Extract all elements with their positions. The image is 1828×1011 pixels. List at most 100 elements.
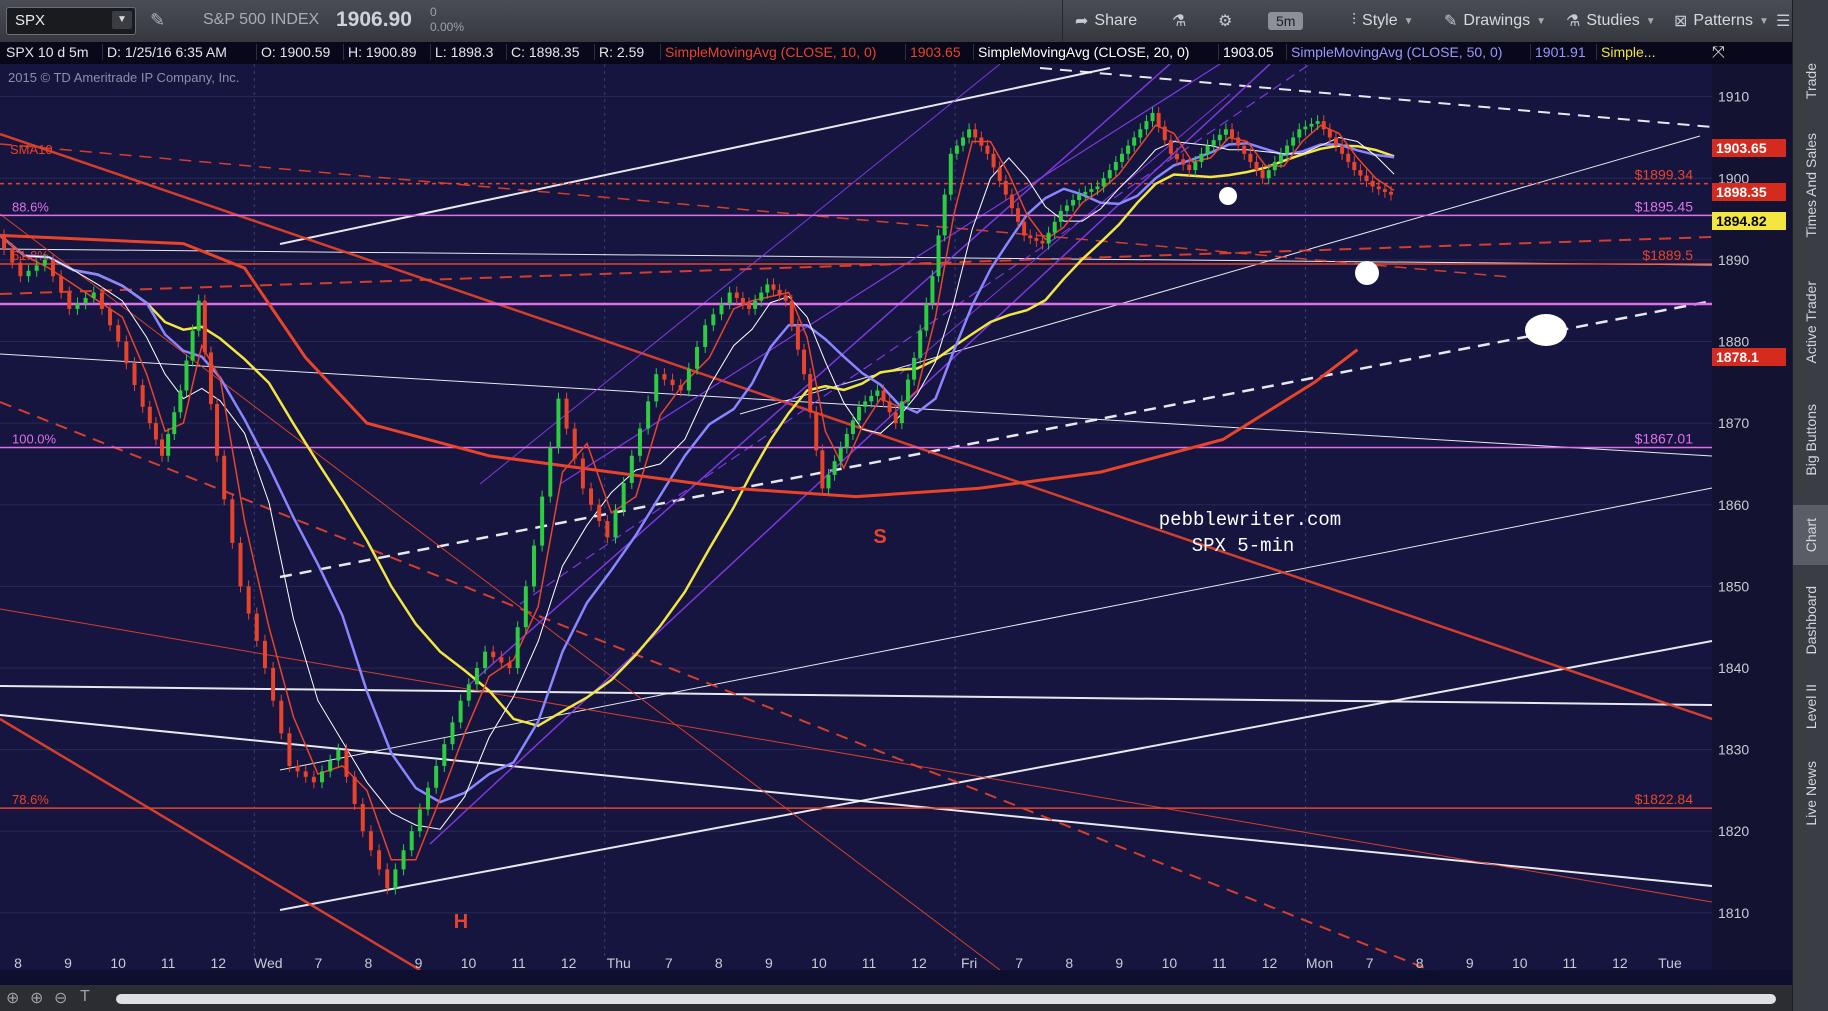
tab-active-trader[interactable]: Active Trader	[1793, 262, 1828, 382]
candle-body	[1064, 205, 1069, 211]
chevron-down-icon: ▼	[1536, 15, 1546, 27]
price-change: 0 0.00%	[430, 5, 464, 35]
candle-body	[844, 434, 849, 448]
candle-body	[887, 401, 892, 413]
price-tag: 1894.82	[1712, 211, 1786, 230]
crosshair-icon[interactable]: ⤧	[1712, 44, 1725, 62]
candle-body	[42, 259, 47, 266]
x-tick-label: 11	[1563, 955, 1578, 970]
candle-body	[540, 496, 545, 546]
flask-icon: ⚗	[1566, 13, 1581, 30]
timeframe-button[interactable]: 5m	[1268, 9, 1304, 33]
drawings-button[interactable]: ✎ Drawings ▼	[1444, 9, 1546, 33]
candle-body	[368, 831, 373, 851]
candle-body	[208, 352, 213, 405]
tab-dashboard[interactable]: Dashboard	[1793, 570, 1828, 670]
candle-body	[930, 276, 935, 304]
sma50-value: 1901.91	[1530, 44, 1586, 60]
symbol-selector[interactable]: SPX ▼	[6, 7, 136, 35]
candle-body	[1028, 235, 1033, 239]
candle-body	[442, 744, 447, 766]
menu-button[interactable]: ☰	[1776, 9, 1790, 33]
x-tick-label: 11	[511, 955, 526, 970]
x-tick-label: 12	[1262, 955, 1278, 970]
price-chart[interactable]: 88.6% $1895.4561.8% $1889.5100.0% $1867.017…	[0, 64, 1792, 970]
candle-body	[1181, 159, 1186, 165]
menu-icon: ☰	[1776, 13, 1791, 30]
sma20-label: SimpleMovingAvg (CLOSE, 20, 0)	[973, 44, 1189, 60]
zoom-out-icon[interactable]: ⊖	[54, 988, 67, 1008]
chevron-down-icon[interactable]: ▼	[112, 11, 132, 29]
candle-body	[740, 297, 745, 304]
time-scrollbar[interactable]	[116, 994, 1776, 1004]
candle-body	[1370, 180, 1375, 187]
flask-button[interactable]: ⚗	[1172, 9, 1186, 33]
candle-body	[564, 398, 569, 429]
more-studies: Simple...	[1596, 44, 1655, 60]
candlestick-icon: ⫶	[1352, 12, 1357, 29]
candle-body	[132, 363, 137, 386]
candle-body	[1291, 137, 1296, 146]
candle-body	[1358, 170, 1363, 176]
y-tick-label: 1820	[1718, 823, 1749, 839]
candle-body	[91, 292, 96, 298]
candle-body	[279, 700, 284, 734]
candle-body	[1297, 129, 1302, 138]
candle-body	[1077, 194, 1082, 201]
top-toolbar: SPX ▼ ✎ S&P 500 INDEX 1906.90 0 0.00% ➦ …	[0, 0, 1828, 43]
text-tool-icon[interactable]: T	[80, 988, 90, 1006]
crosshair-icon[interactable]: ⊕	[6, 988, 19, 1008]
studies-button[interactable]: ⚗ Studies ▼	[1566, 9, 1656, 33]
candle-body	[850, 420, 855, 435]
candle-body	[499, 657, 504, 663]
share-button[interactable]: ➦ Share	[1075, 9, 1137, 33]
flask-icon: ⚗	[1172, 13, 1187, 30]
tab-live-news[interactable]: Live News	[1793, 748, 1828, 838]
sma50-label: SimpleMovingAvg (CLOSE, 50, 0)	[1286, 44, 1502, 60]
timeframe-label: 5m	[1268, 12, 1304, 30]
tab-level-ii[interactable]: Level II	[1793, 672, 1828, 742]
symbol-description: S&P 500 INDEX	[203, 11, 320, 28]
candle-body	[491, 651, 496, 658]
tab-chart[interactable]: Chart	[1793, 505, 1828, 565]
candle-body	[1266, 170, 1271, 179]
candle-body	[857, 406, 862, 421]
x-tick-label: 10	[461, 955, 477, 970]
candle-body	[295, 765, 300, 772]
candle-body	[580, 458, 585, 489]
x-tick-label: 9	[765, 955, 773, 970]
x-tick-label: 11	[1212, 955, 1227, 970]
candle-body	[808, 374, 813, 413]
x-tick-label: 7	[665, 955, 673, 970]
candle-body	[1199, 153, 1204, 162]
candle-body	[1376, 186, 1381, 190]
pencil-icon[interactable]: ✎	[150, 10, 165, 31]
x-tick-label: 7	[1366, 955, 1374, 970]
candle-body	[747, 303, 751, 309]
scroll-thumb[interactable]	[116, 994, 1776, 1004]
candle-body	[1211, 140, 1216, 146]
style-button[interactable]: ⫶ Style ▼	[1352, 9, 1414, 33]
x-tick-label: 12	[1612, 955, 1628, 970]
candle-body	[759, 292, 764, 301]
candle-body	[1022, 221, 1027, 236]
x-tick-label: Wed	[254, 955, 283, 970]
zoom-in-icon[interactable]: ⊕	[30, 988, 43, 1008]
candle-body	[802, 349, 807, 375]
x-tick-label: Tue	[1658, 955, 1682, 970]
tab-big-buttons[interactable]: Big Buttons	[1793, 390, 1828, 490]
candle-body	[18, 262, 23, 277]
candle-body	[1052, 221, 1057, 233]
tab-trade[interactable]: Trade	[1793, 46, 1828, 116]
y-tick-label: 1870	[1718, 415, 1749, 431]
x-tick-label: 12	[210, 955, 226, 970]
candle-body	[637, 428, 642, 456]
candle-body	[196, 300, 201, 331]
candle-body	[967, 129, 972, 138]
candle-body	[99, 292, 104, 309]
patterns-button[interactable]: ⊠ Patterns ▼	[1674, 9, 1769, 33]
candle-body	[1278, 153, 1283, 162]
marker-dot	[1219, 187, 1237, 205]
settings-button[interactable]: ⚙	[1218, 9, 1232, 33]
tab-times-and-sales[interactable]: Times And Sales	[1793, 120, 1828, 250]
